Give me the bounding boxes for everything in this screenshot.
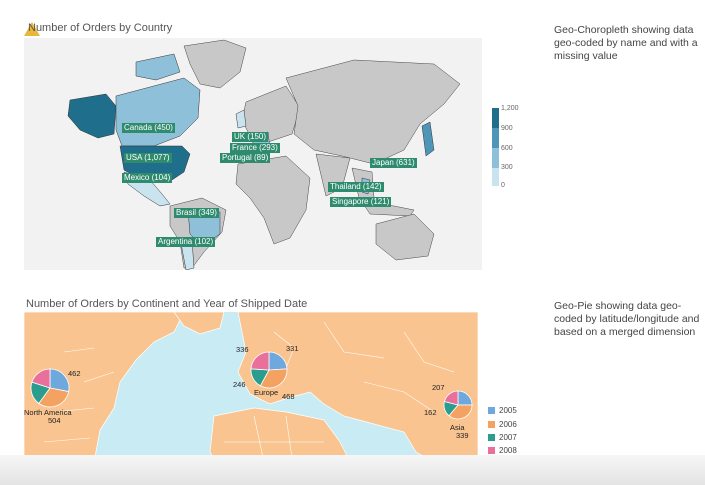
legend-label: 2005 [499, 406, 517, 415]
legend-swatch [488, 434, 495, 441]
pie-asia [443, 390, 473, 420]
pie-value-label: 468 [282, 392, 295, 401]
pie-value-label: 207 [432, 383, 445, 392]
geopie-description: Geo-Pie showing data geo-coded by latitu… [554, 300, 700, 338]
scale-tick: 0 [501, 182, 505, 189]
geopie-title: Number of Orders by Continent and Year o… [26, 298, 308, 310]
pie-name-europe: Europe [254, 388, 279, 397]
scale-tick: 600 [501, 145, 513, 152]
legend-label: 2008 [499, 446, 517, 455]
country-label-argentina[interactable]: Argentina (102) [156, 237, 216, 247]
color-scale [492, 108, 499, 186]
pie-value-label: 336 [236, 345, 249, 354]
scale-tick: 1,200 [501, 105, 519, 112]
legend-swatch [488, 447, 495, 454]
legend-label: 2007 [499, 433, 517, 442]
country-label-france[interactable]: France (293) [230, 143, 280, 153]
scale-tick: 300 [501, 164, 513, 171]
pie-value-label: 246 [233, 380, 246, 389]
legend-label: 2006 [499, 420, 517, 429]
country-label-uk[interactable]: UK (150) [232, 132, 269, 142]
legend-item-2005[interactable]: 2005 [488, 406, 517, 415]
pie-value-label: 339 [456, 431, 469, 440]
legend-swatch [488, 421, 495, 428]
pie-value-label: 462 [68, 369, 81, 378]
choropleth-map[interactable]: Canada (450) USA (1,077) Mexico (104) Br… [24, 38, 482, 270]
choropleth-title: Number of Orders by Country [28, 22, 173, 34]
scale-tick: 900 [501, 125, 513, 132]
pie-value-label: 162 [424, 408, 437, 417]
country-label-japan[interactable]: Japan (631) [370, 158, 417, 168]
pie-north-america [30, 368, 70, 408]
pie-value-label: 504 [48, 416, 61, 425]
choropleth-description: Geo-Choropleth showing data geo-coded by… [554, 24, 698, 62]
country-label-brasil[interactable]: Brasil (349) [174, 208, 219, 218]
country-label-singapore[interactable]: Singapore (121) [330, 197, 392, 207]
legend-item-2007[interactable]: 2007 [488, 433, 517, 442]
legend-item-2006[interactable]: 2006 [488, 420, 517, 429]
legend-item-2008[interactable]: 2008 [488, 446, 517, 455]
bottom-bar [0, 455, 705, 485]
country-label-canada[interactable]: Canada (450) [122, 123, 175, 133]
pie-value-label: 331 [286, 344, 299, 353]
country-label-thailand[interactable]: Thailand (142) [328, 182, 384, 192]
legend-swatch [488, 407, 495, 414]
country-label-usa[interactable]: USA (1,077) [124, 153, 172, 163]
country-label-portugal[interactable]: Portugal (89) [220, 153, 271, 163]
country-label-mexico[interactable]: Mexico (104) [122, 173, 173, 183]
pie-europe [250, 351, 288, 389]
